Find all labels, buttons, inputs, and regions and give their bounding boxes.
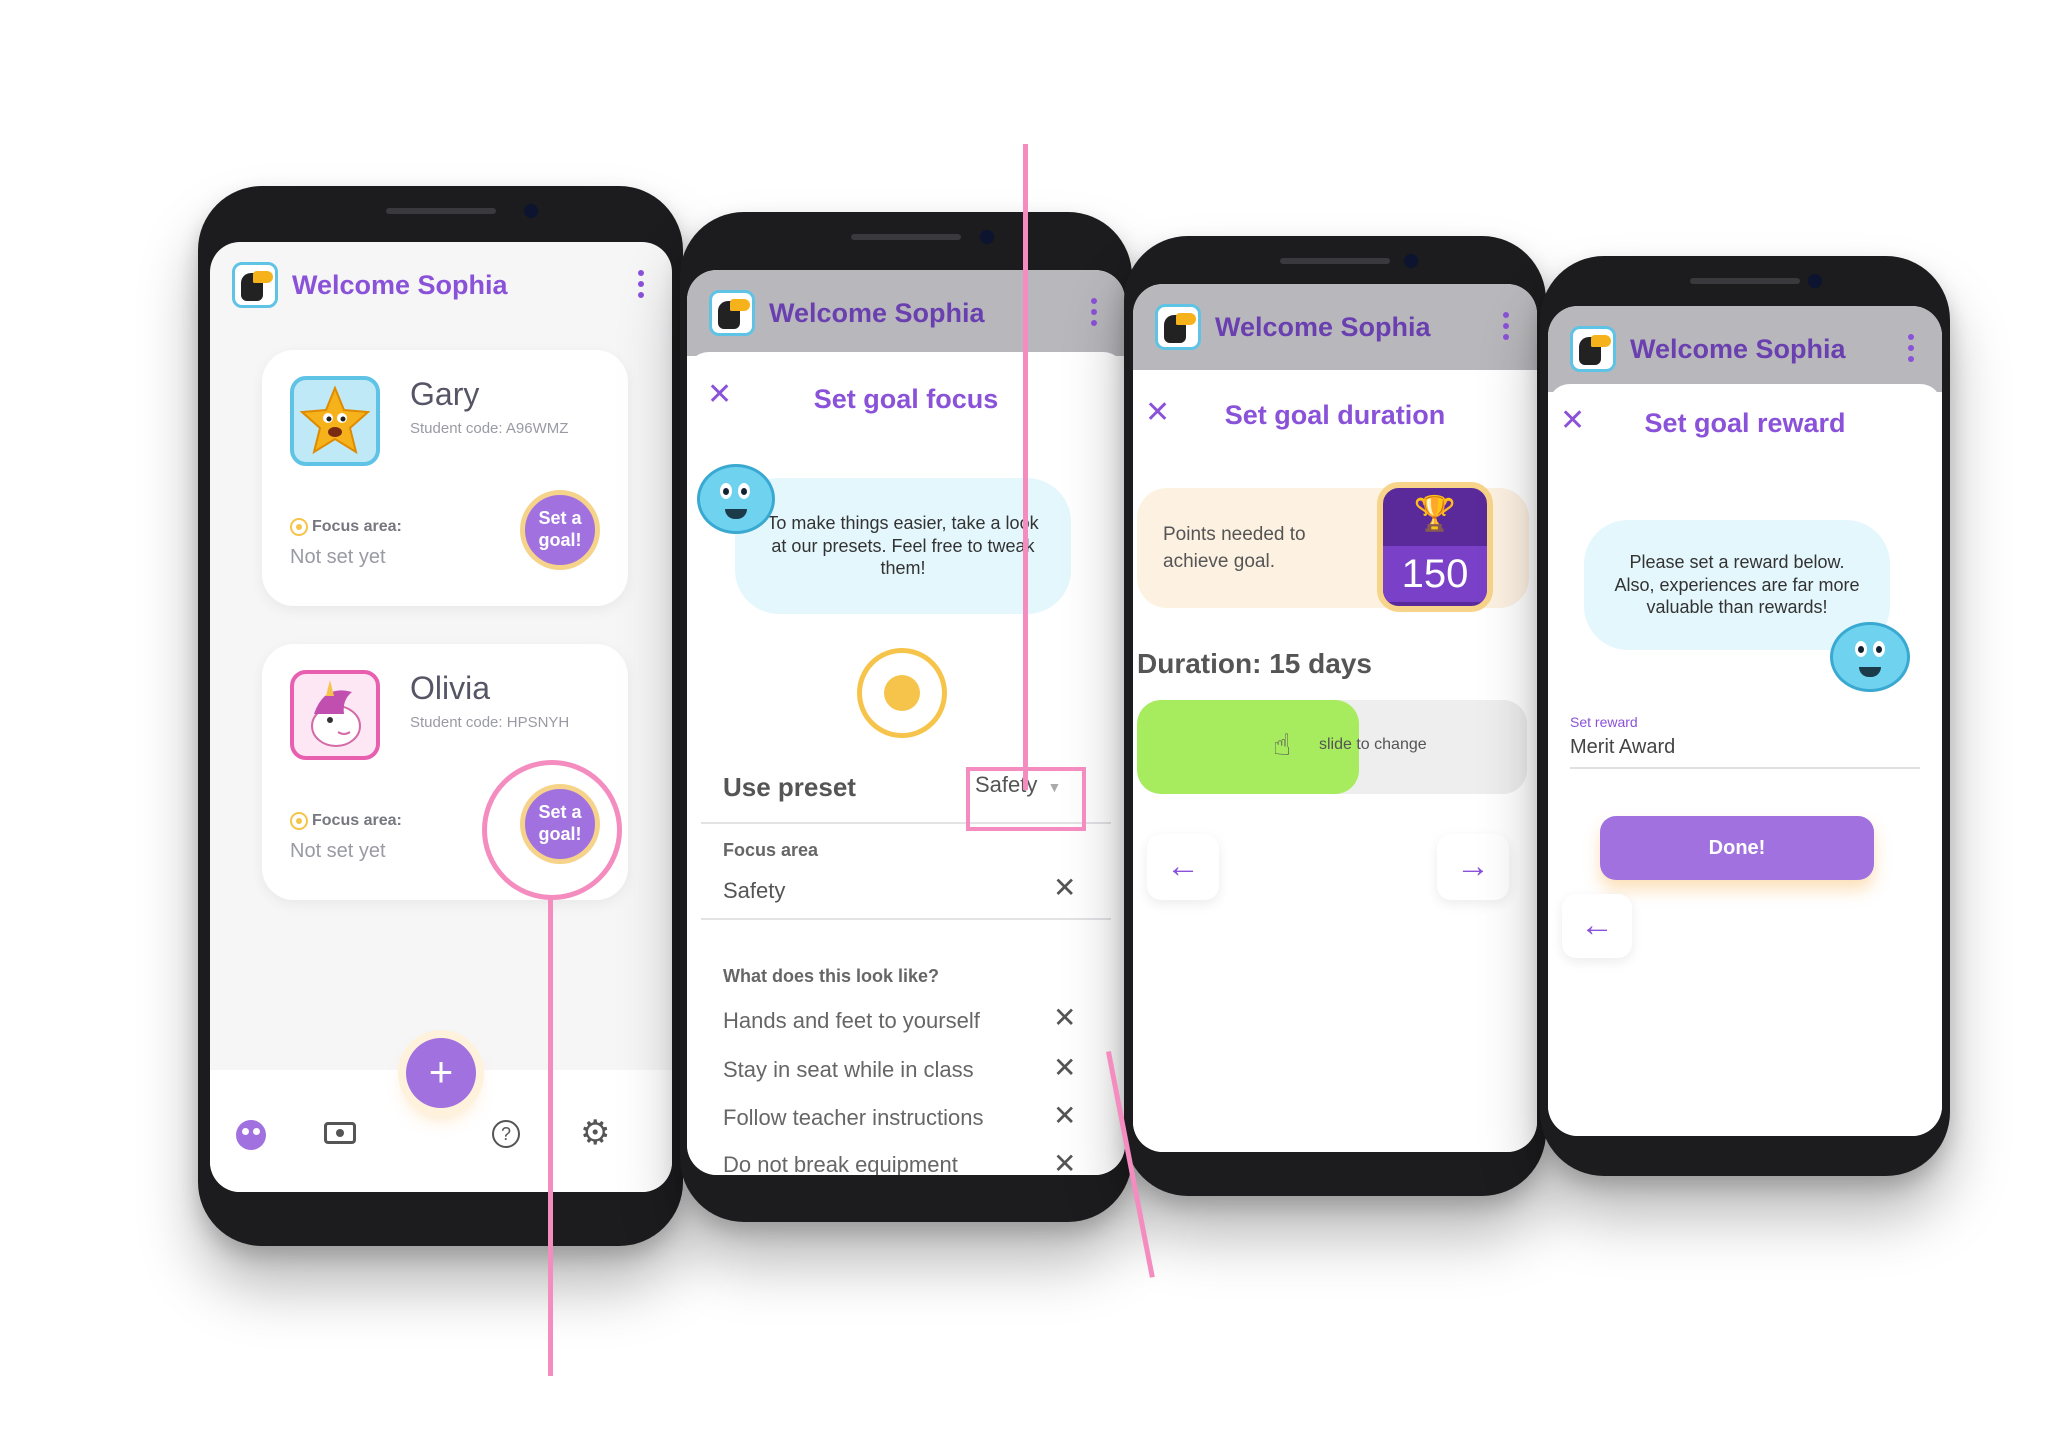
screen-goal-reward: Welcome Sophia ✕ Set goal reward Please … bbox=[1548, 306, 1942, 1136]
phone-goal-reward: Welcome Sophia ✕ Set goal reward Please … bbox=[1540, 256, 1950, 1176]
reward-label: Set reward bbox=[1570, 714, 1638, 730]
screen-students: Welcome Sophia Gary Student code: A96WMZ… bbox=[210, 242, 672, 1192]
arrow-right-icon: → bbox=[1456, 847, 1490, 885]
focus-ring-icon bbox=[857, 648, 947, 738]
focus-area-label: Focus area: bbox=[312, 518, 402, 535]
callout-circle-set-goal bbox=[482, 760, 622, 900]
remove-behaviour-icon[interactable]: ✕ bbox=[1053, 1102, 1076, 1130]
goal-focus-sheet: ✕ Set goal focus To make things easier, … bbox=[687, 352, 1125, 1175]
screen-icon[interactable] bbox=[324, 1122, 356, 1144]
done-button[interactable]: Done! bbox=[1600, 816, 1874, 880]
welcome-title: Welcome Sophia bbox=[292, 269, 508, 300]
overflow-menu-icon[interactable] bbox=[1503, 312, 1509, 340]
phone-goal-duration: Welcome Sophia ✕ Set goal duration Point… bbox=[1124, 236, 1546, 1196]
reward-input[interactable]: Merit Award bbox=[1570, 736, 1920, 769]
welcome-title: Welcome Sophia bbox=[769, 297, 985, 328]
phone-camera bbox=[1808, 274, 1822, 288]
focus-area-value: Not set yet bbox=[290, 840, 386, 862]
toucan-logo-icon bbox=[709, 290, 755, 336]
overflow-menu-icon[interactable] bbox=[1091, 298, 1097, 326]
phone-speaker bbox=[851, 234, 961, 240]
mascot-character-icon bbox=[1830, 622, 1910, 692]
add-student-button[interactable]: + bbox=[406, 1038, 476, 1108]
behaviour-item: Hands and feet to yourself bbox=[723, 1008, 980, 1033]
phone-speaker bbox=[385, 208, 496, 214]
welcome-title: Welcome Sophia bbox=[1215, 311, 1431, 342]
student-code: Student code: HPSNYH bbox=[410, 714, 570, 731]
duration-slider[interactable]: ☝ slide to change bbox=[1137, 700, 1527, 794]
student-name: Olivia bbox=[410, 670, 491, 706]
app-bar: Welcome Sophia bbox=[687, 270, 1125, 356]
duration-label: Duration: 15 days bbox=[1137, 648, 1372, 679]
focus-dot-icon bbox=[290, 812, 308, 830]
phone-students: Welcome Sophia Gary Student code: A96WMZ… bbox=[198, 186, 683, 1246]
phone-camera bbox=[524, 204, 538, 218]
student-name: Gary bbox=[410, 376, 480, 412]
star-character-icon bbox=[299, 385, 371, 455]
student-card-gary[interactable]: Gary Student code: A96WMZ Focus area: No… bbox=[262, 350, 628, 606]
help-icon[interactable]: ? bbox=[492, 1120, 520, 1148]
speech-bubble: To make things easier, take a look at ou… bbox=[735, 478, 1071, 614]
goal-reward-sheet: ✕ Set goal reward Please set a reward be… bbox=[1548, 384, 1942, 1136]
phone-camera bbox=[980, 230, 994, 244]
focus-area-label: Focus area bbox=[723, 840, 819, 860]
app-bar: Welcome Sophia bbox=[1548, 306, 1942, 392]
focus-area-value: Not set yet bbox=[290, 546, 386, 568]
callout-line-set-goal bbox=[548, 898, 553, 1376]
unicorn-avatar bbox=[290, 670, 380, 760]
next-arrow-button[interactable]: → bbox=[1437, 834, 1509, 900]
divider bbox=[701, 918, 1111, 920]
behaviour-item: Do not break equipment bbox=[723, 1152, 958, 1175]
points-value: 150 bbox=[1383, 546, 1487, 602]
star-avatar bbox=[290, 376, 380, 466]
behaviour-item: Stay in seat while in class bbox=[723, 1057, 974, 1082]
phone-camera bbox=[1404, 254, 1418, 268]
sheet-title: Set goal reward bbox=[1644, 408, 1846, 438]
points-card: Points needed to achieve goal. 🏆 150 bbox=[1137, 482, 1529, 612]
overflow-menu-icon[interactable] bbox=[638, 270, 644, 298]
toucan-logo-icon bbox=[232, 262, 278, 308]
phone-goal-focus: Welcome Sophia ✕ Set goal focus To make … bbox=[680, 212, 1132, 1222]
overflow-menu-icon[interactable] bbox=[1908, 334, 1914, 362]
remove-behaviour-icon[interactable]: ✕ bbox=[1053, 1004, 1076, 1032]
use-preset-label: Use preset bbox=[723, 772, 856, 802]
welcome-title: Welcome Sophia bbox=[1630, 333, 1846, 364]
clear-focus-icon[interactable]: ✕ bbox=[1053, 874, 1076, 902]
phone-speaker bbox=[1280, 258, 1390, 264]
sheet-title: Set goal duration bbox=[1224, 400, 1446, 430]
back-arrow-button[interactable]: ← bbox=[1147, 834, 1219, 900]
remove-behaviour-icon[interactable]: ✕ bbox=[1053, 1150, 1076, 1176]
settings-icon[interactable]: ⚙ bbox=[580, 1116, 610, 1150]
students-icon[interactable] bbox=[236, 1120, 266, 1150]
points-label: Points needed to achieve goal. bbox=[1163, 524, 1306, 572]
focus-dot-icon bbox=[290, 518, 308, 536]
slider-hint: slide to change bbox=[1319, 736, 1427, 753]
callout-line-preset bbox=[1023, 144, 1028, 790]
trophy-icon: 🏆 bbox=[1413, 495, 1457, 533]
arrow-left-icon: ← bbox=[1166, 847, 1200, 885]
behaviour-item: Follow teacher instructions bbox=[723, 1105, 984, 1130]
focus-area-value: Safety bbox=[723, 878, 786, 903]
set-goal-button[interactable]: Set a goal! bbox=[520, 490, 600, 570]
screen-goal-focus: Welcome Sophia ✕ Set goal focus To make … bbox=[687, 270, 1125, 1175]
sheet-title: Set goal focus bbox=[813, 384, 999, 414]
points-badge: 🏆 150 bbox=[1377, 482, 1493, 612]
app-bar: Welcome Sophia bbox=[210, 242, 672, 328]
focus-area-label: Focus area: bbox=[312, 812, 402, 829]
student-code: Student code: A96WMZ bbox=[410, 420, 569, 437]
screen-goal-duration: Welcome Sophia ✕ Set goal duration Point… bbox=[1133, 284, 1537, 1152]
arrow-left-icon: ← bbox=[1580, 906, 1614, 944]
toucan-logo-icon bbox=[1570, 326, 1616, 372]
app-bar: Welcome Sophia bbox=[1133, 284, 1537, 370]
unicorn-character-icon bbox=[311, 680, 361, 747]
mascot-character-icon bbox=[697, 464, 775, 534]
swipe-hand-icon: ☝ bbox=[1273, 729, 1292, 762]
goal-duration-sheet: ✕ Set goal duration Points needed to ach… bbox=[1133, 370, 1537, 1152]
phone-speaker bbox=[1690, 278, 1800, 284]
toucan-logo-icon bbox=[1155, 304, 1201, 350]
remove-behaviour-icon[interactable]: ✕ bbox=[1053, 1054, 1076, 1082]
looks-like-label: What does this look like? bbox=[723, 966, 940, 986]
callout-box-preset bbox=[966, 767, 1086, 831]
back-arrow-button[interactable]: ← bbox=[1562, 894, 1632, 958]
